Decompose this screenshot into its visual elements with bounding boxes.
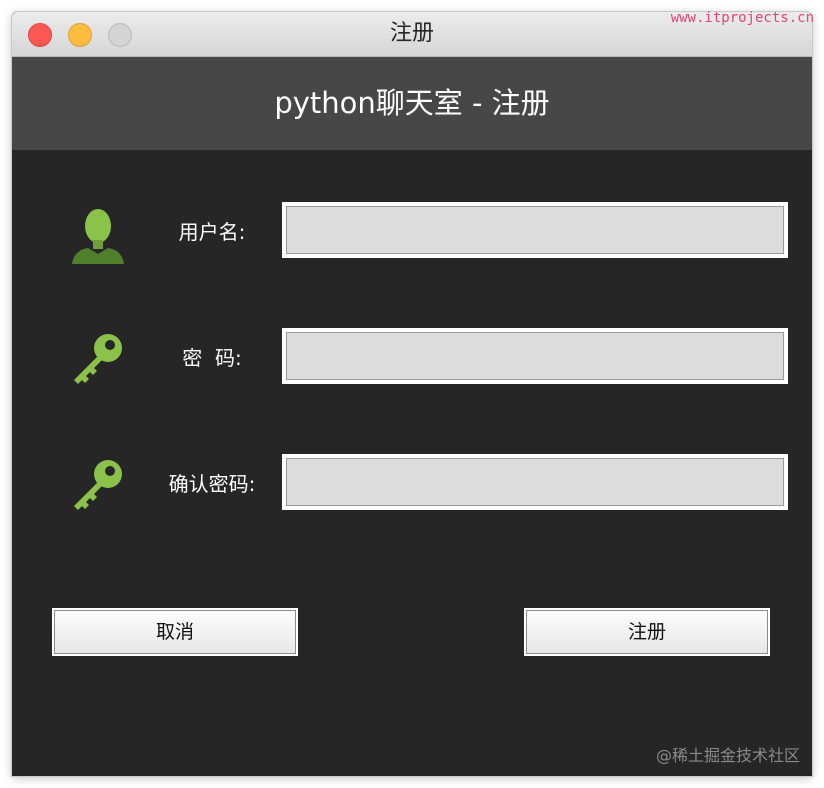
password-label: 密 码: [182,346,242,370]
confirm-password-label: 确认密码: [168,472,256,496]
username-label: 用户名: [178,220,246,244]
password-input[interactable] [282,328,788,384]
register-button[interactable]: 注册 [524,608,770,656]
site-watermark: www.itprojects.cn [670,10,814,26]
user-icon [66,202,130,266]
confirm-password-input[interactable] [282,454,788,510]
register-window: 注册 python聊天室 - 注册 用户名: 密 码: 确认密码: 取消 注册 … [12,12,812,776]
username-input[interactable] [282,202,788,258]
page-title: python聊天室 - 注册 [12,57,812,150]
key-icon [66,454,130,518]
key-icon [66,328,130,392]
community-watermark: @稀土掘金技术社区 [655,746,800,765]
cancel-button[interactable]: 取消 [52,608,298,656]
